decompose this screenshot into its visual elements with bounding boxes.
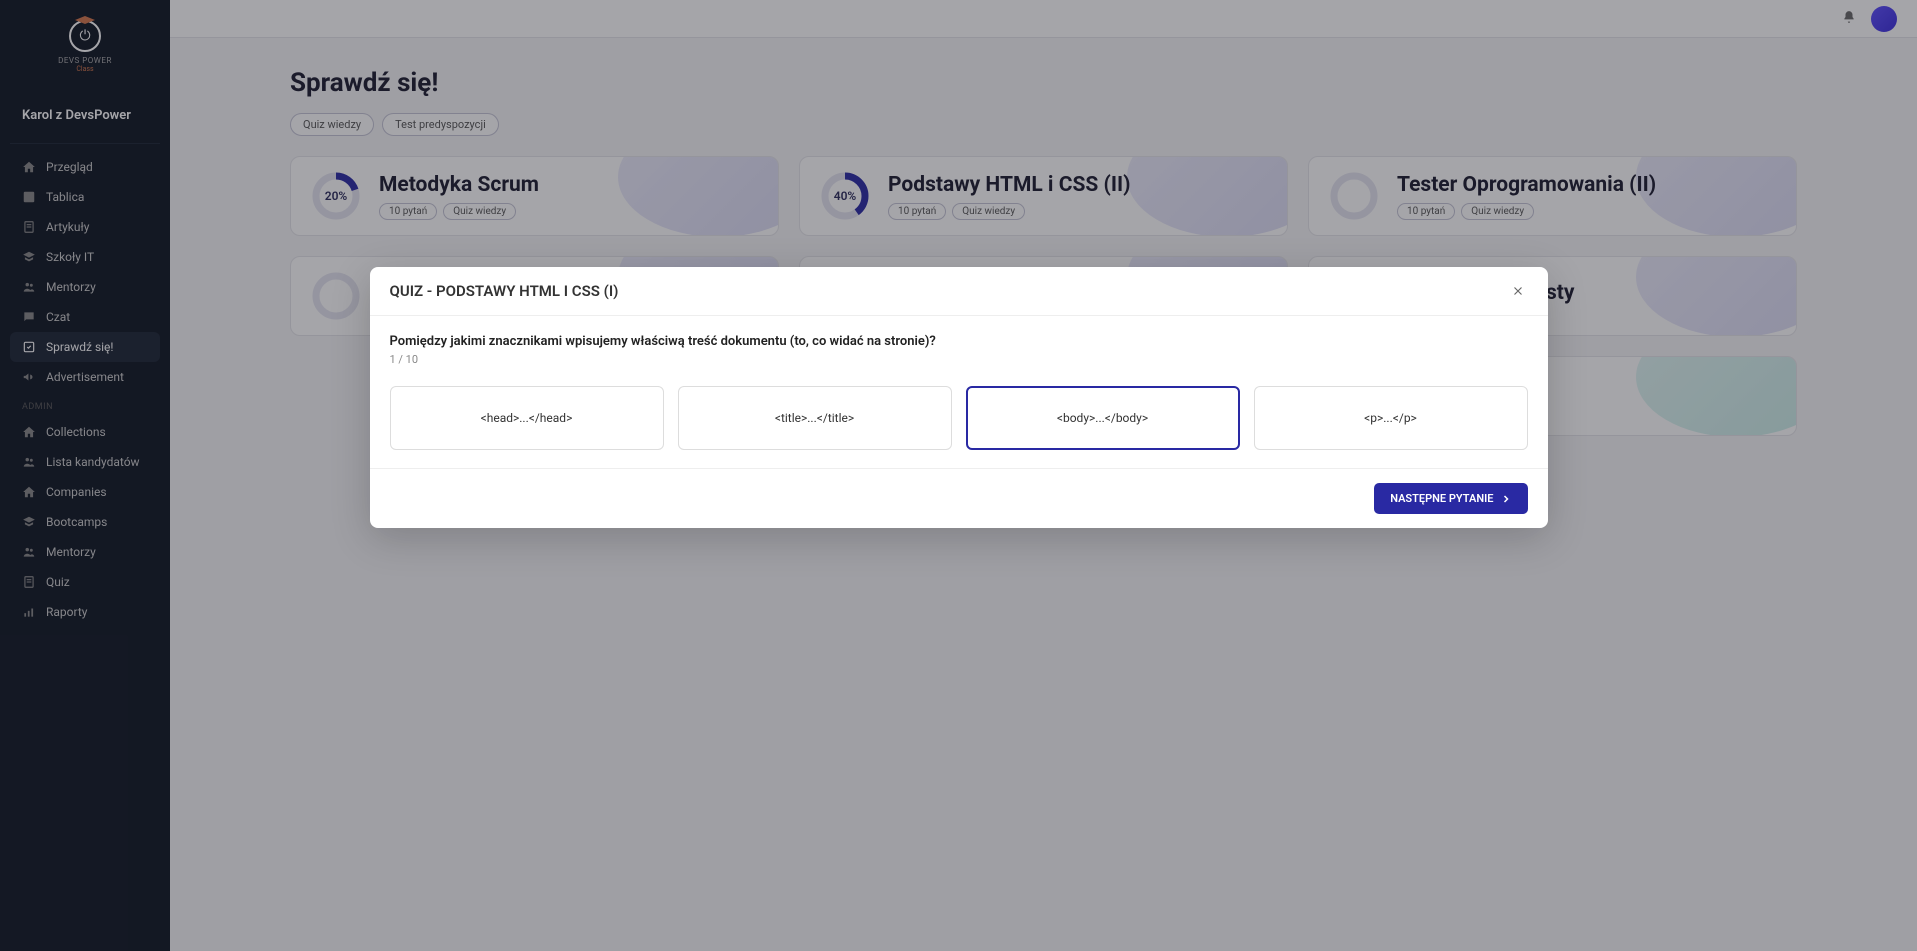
close-icon[interactable] [1508,281,1528,301]
next-button-label: NASTĘPNE PYTANIE [1390,492,1493,505]
quiz-question: Pomiędzy jakimi znacznikami wpisujemy wł… [390,334,1528,349]
quiz-progress: 1 / 10 [390,353,1528,366]
quiz-option-2[interactable]: <body>...</body> [966,386,1240,450]
modal-footer: NASTĘPNE PYTANIE [370,468,1548,528]
quiz-modal: QUIZ - PODSTAWY HTML I CSS (I) Pomiędzy … [370,267,1548,528]
quiz-option-0[interactable]: <head>...</head> [390,386,664,450]
next-question-button[interactable]: NASTĘPNE PYTANIE [1374,483,1527,514]
quiz-option-1[interactable]: <title>...</title> [678,386,952,450]
chevron-right-icon [1500,493,1512,505]
quiz-options: <head>...</head><title>...</title><body>… [390,386,1528,450]
modal-body: Pomiędzy jakimi znacznikami wpisujemy wł… [370,316,1548,468]
modal-title: QUIZ - PODSTAWY HTML I CSS (I) [390,282,619,300]
quiz-option-3[interactable]: <p>...</p> [1254,386,1528,450]
modal-header: QUIZ - PODSTAWY HTML I CSS (I) [370,267,1548,316]
modal-overlay: QUIZ - PODSTAWY HTML I CSS (I) Pomiędzy … [0,0,1917,951]
